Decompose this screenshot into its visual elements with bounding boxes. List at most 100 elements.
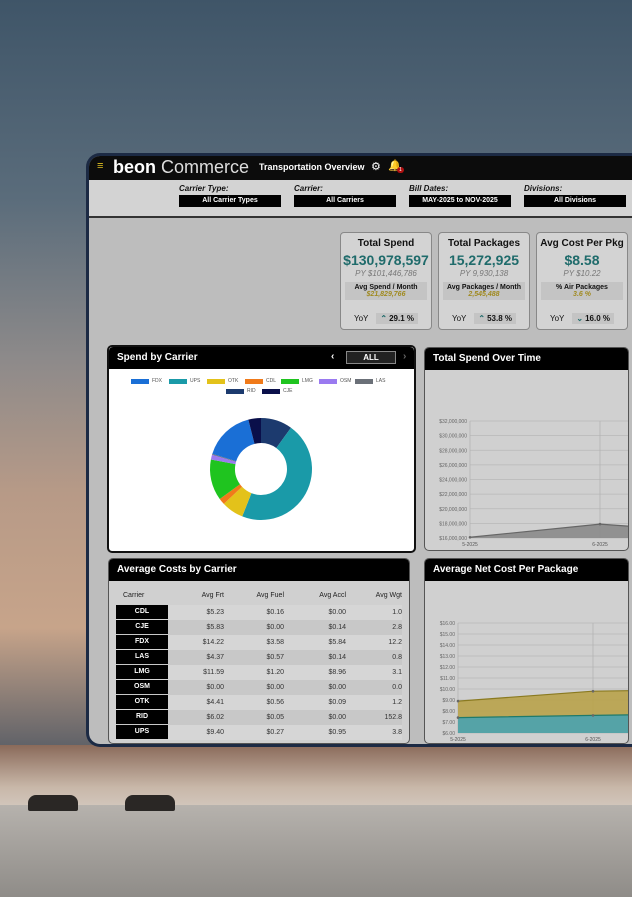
y-tick-label: $26,000,000 <box>439 463 467 469</box>
value-cell: $0.00 <box>328 684 346 691</box>
y-tick-label: $9.00 <box>442 698 455 704</box>
value-cell: 1.0 <box>392 609 402 616</box>
value-cell: 3.1 <box>392 669 402 676</box>
kpi-title: Total Spend <box>357 238 415 249</box>
donut-chart <box>210 418 313 520</box>
panel-title: Total Spend Over Time <box>425 348 628 370</box>
filter-dropdown[interactable]: All Carrier Types <box>179 195 281 207</box>
value-cell: 2.8 <box>392 624 402 631</box>
table-row: OTK $4.41 $0.56 $0.09 1.2 <box>116 695 402 710</box>
kpi-sub-label: Avg Spend / Month <box>354 284 418 291</box>
next-icon[interactable]: › <box>403 351 406 362</box>
table-row: OSM $0.00 $0.00 $0.00 0.0 <box>116 680 402 695</box>
y-tick-label: $12.00 <box>440 665 456 671</box>
spend-by-carrier-panel: Spend by Carrier ‹ ALL › FDX UPS OTK CDL LMG… <box>107 345 416 553</box>
filter-label: Divisions: <box>524 184 563 193</box>
y-tick-label: $30,000,000 <box>439 434 467 440</box>
filter-dropdown[interactable]: MAY-2025 to NOV-2025 <box>409 195 511 207</box>
filter-bar: Carrier Type: All Carrier Types Carrier: Al… <box>89 180 632 218</box>
value-cell: $5.84 <box>328 639 346 646</box>
filter-label: Carrier Type: <box>179 184 229 193</box>
value-cell: $0.00 <box>328 609 346 616</box>
total-spend-chart: $16,000,000$18,000,000$20,000,000$22,000… <box>439 419 629 548</box>
x-tick-label: 6-2025 <box>585 737 601 743</box>
kpi-value: $130,978,597 <box>343 252 429 268</box>
avg-net-cost-chart: $6.00$7.00$8.00$9.00$10.00$11.00$12.00$1… <box>440 621 629 743</box>
notification-badge: 1 <box>397 167 404 173</box>
kpi-yoy: YoY ⌃ 29.1 % <box>341 313 431 324</box>
value-cell: $5.23 <box>206 609 224 616</box>
menu-icon[interactable]: ≡ <box>97 160 103 172</box>
dock <box>0 805 632 897</box>
carrier-cell: LMG <box>116 665 168 679</box>
kpi-sub-value: 3.6 % <box>573 291 591 298</box>
x-tick-label: 5-2025 <box>450 737 466 743</box>
kpi-card: Avg Cost Per Pkg $8.58 PY $10.22 % Air Pack… <box>536 232 628 330</box>
panel-title: Average Costs by Carrier <box>109 559 409 581</box>
value-cell: $0.00 <box>266 684 284 691</box>
filter-dropdown[interactable]: All Divisions <box>524 195 626 207</box>
value-cell: 3.8 <box>392 729 402 736</box>
brand-bold: beon <box>113 157 156 177</box>
filter-label: Bill Dates: <box>409 184 449 193</box>
filter-label: Carrier: <box>294 184 323 193</box>
kpi-card: Total Packages 15,272,925 PY 9,930,138 Avg … <box>438 232 530 330</box>
y-tick-label: $32,000,000 <box>439 419 467 425</box>
value-cell: $0.00 <box>266 624 284 631</box>
brand-logo: beon Commerce <box>113 157 249 178</box>
value-cell: $8.96 <box>328 669 346 676</box>
y-tick-label: $18,000,000 <box>439 521 467 527</box>
table-row: LMG $11.59 $1.20 $8.96 3.1 <box>116 665 402 680</box>
kpi-sub-label: Avg Packages / Month <box>446 284 522 291</box>
avg-costs-panel: Average Costs by Carrier Carrier Avg Frt A… <box>108 558 410 744</box>
column-header: Avg Frt <box>201 592 224 599</box>
carrier-filter-button[interactable]: ALL <box>346 351 396 364</box>
yoy-value: 16.0 % <box>585 314 610 323</box>
y-tick-label: $22,000,000 <box>439 492 467 498</box>
value-cell: $14.22 <box>202 639 224 646</box>
data-point <box>591 714 595 717</box>
y-tick-label: $8.00 <box>442 709 455 715</box>
kpi-title: Avg Cost Per Pkg <box>540 238 624 249</box>
value-cell: $9.40 <box>206 729 224 736</box>
value-cell: $0.00 <box>206 684 224 691</box>
kpi-title: Total Packages <box>447 238 521 249</box>
yoy-label: YoY <box>354 314 369 323</box>
kpi-sub: % Air Packages 3.6 % <box>541 282 623 300</box>
value-cell: $0.16 <box>266 609 284 616</box>
kpi-sub: Avg Spend / Month $21,829,766 <box>345 282 427 300</box>
data-point <box>456 699 460 703</box>
value-cell: 152.8 <box>384 714 402 721</box>
table-row: FDX $14.22 $3.58 $5.84 12.2 <box>116 635 402 650</box>
kpi-prior-year: PY $101,446,786 <box>355 269 417 278</box>
area-series <box>470 524 628 538</box>
value-cell: $11.59 <box>203 669 224 676</box>
y-tick-label: $13.00 <box>440 654 456 660</box>
y-tick-label: $24,000,000 <box>439 478 467 484</box>
value-cell: 0.0 <box>392 684 402 691</box>
prev-icon[interactable]: ‹ <box>331 351 334 362</box>
value-cell: 0.8 <box>392 654 402 661</box>
filter-dropdown[interactable]: All Carriers <box>294 195 396 207</box>
gear-icon[interactable]: ⚙ <box>371 160 381 173</box>
donut-slice-fdx <box>212 419 255 462</box>
kpi-sub-label: % Air Packages <box>556 284 608 291</box>
device-frame: ≡ beon Commerce Transportation Overview … <box>86 153 632 747</box>
value-cell: 1.2 <box>392 699 402 706</box>
brand-light: Commerce <box>156 157 250 177</box>
panel-header: Spend by Carrier ‹ ALL › <box>109 347 414 369</box>
table-row: RID $6.02 $0.05 $0.00 152.8 <box>116 710 402 725</box>
panel-title: Average Net Cost Per Package <box>425 559 628 581</box>
value-cell: $6.02 <box>206 714 224 721</box>
value-cell: $5.83 <box>206 624 224 631</box>
y-tick-label: $10.00 <box>440 687 456 693</box>
carrier-cell: RID <box>116 710 168 724</box>
table-row: UPS $9.40 $0.27 $0.95 3.8 <box>116 725 402 740</box>
value-cell: $4.37 <box>206 654 224 661</box>
y-tick-label: $15.00 <box>440 632 456 638</box>
carrier-cell: LAS <box>116 650 168 664</box>
value-cell: $0.27 <box>266 729 284 736</box>
bollard <box>125 795 175 811</box>
yoy-pill: ⌃ 29.1 % <box>376 313 418 324</box>
column-header: Avg Fuel <box>256 592 285 599</box>
